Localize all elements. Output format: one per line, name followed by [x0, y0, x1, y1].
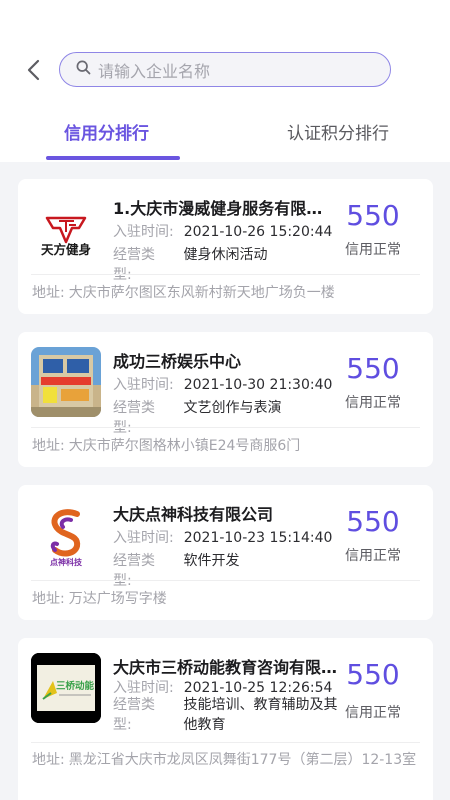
- chevron-left-icon[interactable]: [20, 56, 46, 84]
- svg-text:天方健身: 天方健身: [41, 242, 92, 257]
- credit-score: 550: [346, 658, 400, 691]
- business-type-row: 经营类型: 技能培训、教育辅助及其他教育: [113, 697, 338, 733]
- credit-status: 信用正常: [345, 705, 401, 721]
- address: 地址: 黑龙江省大庆市龙凤区凤舞街177号（第二层）12-13室: [32, 752, 417, 768]
- company-name: 成功三桥娱乐中心: [113, 352, 242, 371]
- company-name: 1.大庆市漫威健身服务有限公司: [113, 199, 338, 218]
- company-logo: 三桥动能: [31, 653, 101, 723]
- company-card[interactable]: 成功三桥娱乐中心 入驻时间: 2021-10-30 21:30:40 经营类型: 文…: [18, 332, 433, 467]
- credit-score: 550: [346, 199, 400, 232]
- header: 请输入企业名称 信用分排行 认证积分排行: [0, 0, 450, 162]
- credit-score: 550: [346, 352, 400, 385]
- credit-status: 信用正常: [345, 395, 401, 411]
- search-icon: [76, 60, 91, 79]
- company-card[interactable]: 天方健身 1.大庆市漫威健身服务有限公司 入驻时间: 2021-10-26 15:…: [18, 179, 433, 314]
- divider: [31, 274, 420, 275]
- join-time-row: 入驻时间: 2021-10-26 15:20:44: [113, 224, 333, 240]
- svg-text:三桥动能: 三桥动能: [56, 680, 95, 692]
- company-logo: 点神科技: [31, 500, 101, 570]
- join-time-row: 入驻时间: 2021-10-25 12:26:54: [113, 680, 333, 696]
- address: 地址: 大庆市萨尔图区东风新村新天地广场负一楼: [32, 285, 335, 301]
- search-input[interactable]: 请输入企业名称: [59, 52, 391, 87]
- business-type-row: 经营类型: 健身休闲活动: [113, 247, 268, 283]
- join-time-row: 入驻时间: 2021-10-30 21:30:40: [113, 377, 333, 393]
- tab-credit-ranking[interactable]: 信用分排行: [64, 119, 149, 144]
- credit-status: 信用正常: [345, 242, 401, 258]
- company-name: 大庆市三桥动能教育咨询有限公司: [113, 658, 338, 677]
- divider: [31, 742, 420, 743]
- credit-score: 550: [346, 505, 400, 538]
- credit-status: 信用正常: [345, 548, 401, 564]
- business-type-row: 经营类型: 软件开发: [113, 553, 240, 589]
- address: 地址: 大庆市萨尔图格林小镇E24号商服6门: [32, 438, 301, 454]
- active-tab-indicator: [46, 156, 180, 160]
- address: 地址: 万达广场写字楼: [32, 591, 167, 607]
- company-name: 大庆点神科技有限公司: [113, 505, 274, 524]
- svg-text:点神科技: 点神科技: [50, 557, 83, 567]
- tab-certification-ranking[interactable]: 认证积分排行: [287, 119, 389, 144]
- join-time-row: 入驻时间: 2021-10-23 15:14:40: [113, 530, 333, 546]
- search-placeholder: 请输入企业名称: [98, 61, 211, 81]
- company-logo: [31, 347, 101, 417]
- company-card[interactable]: 点神科技 大庆点神科技有限公司 入驻时间: 2021-10-23 15:14:40…: [18, 485, 433, 620]
- divider: [31, 580, 420, 581]
- business-type-row: 经营类型: 文艺创作与表演: [113, 400, 282, 436]
- company-card[interactable]: 三桥动能 大庆市三桥动能教育咨询有限公司 入驻时间: 2021-10-25 12:…: [18, 638, 433, 800]
- divider: [31, 427, 420, 428]
- company-logo: 天方健身: [31, 194, 101, 264]
